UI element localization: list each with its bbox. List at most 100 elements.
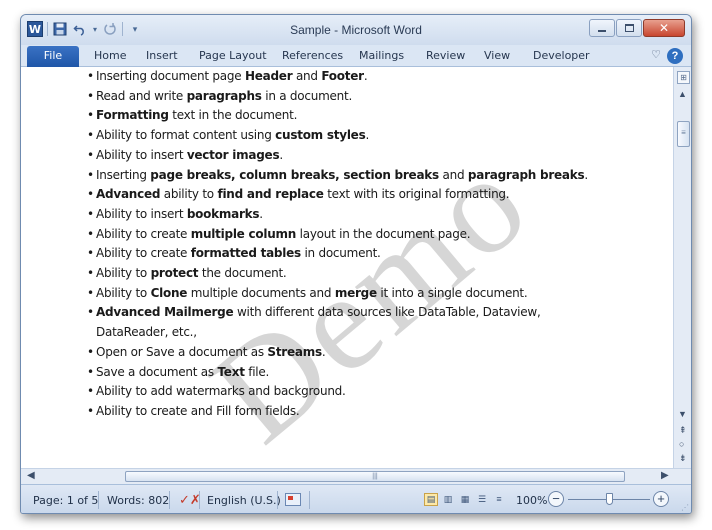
language-indicator[interactable]: English (U.S.)	[207, 494, 281, 507]
text-run: in document.	[300, 246, 381, 261]
status-separator	[309, 491, 310, 509]
page-count[interactable]: Page: 1 of 5	[33, 494, 98, 507]
scroll-down-arrow-icon[interactable]: ▼	[678, 409, 687, 419]
view-ruler-icon[interactable]: ⊞	[677, 71, 690, 84]
scroll-up-arrow-icon[interactable]: ▲	[678, 89, 687, 99]
text-run: .	[584, 167, 588, 182]
vertical-scroll-thumb[interactable]: ≡	[677, 121, 690, 147]
text-run: Ability to insert	[96, 147, 187, 162]
list-item: Ability to insert bookmarks.	[87, 205, 607, 225]
web-layout-view-icon[interactable]: ▦	[458, 493, 472, 506]
outline-view-icon[interactable]: ☰	[475, 493, 489, 506]
bold-run: vector images	[186, 147, 280, 162]
maximize-button[interactable]	[616, 19, 642, 37]
text-run: .	[259, 206, 263, 221]
status-separator	[169, 491, 170, 509]
bold-run: custom styles	[275, 128, 366, 143]
text-run: file.	[244, 364, 270, 379]
bold-run: find and replace	[217, 187, 324, 202]
scroll-right-arrow-icon[interactable]: ▶	[661, 470, 669, 481]
word-window: W ▾ ▾ Sample - Microsoft Word ✕ File Hom…	[20, 14, 692, 514]
bold-run: bookmarks	[186, 206, 260, 221]
text-run: the document.	[198, 266, 287, 281]
resize-grip-icon[interactable]: ⋰	[681, 503, 691, 513]
zoom-out-button[interactable]: −	[548, 491, 564, 507]
bold-run: Header	[244, 69, 293, 83]
text-run: Ability to	[96, 266, 151, 281]
status-separator	[199, 491, 200, 509]
draft-view-icon[interactable]: ≡	[492, 493, 506, 506]
vertical-scrollbar[interactable]: ⊞ ▲ ≡ ▼ ⇞ ○ ⇟	[673, 67, 691, 468]
list-item: Ability to Clone multiple documents and …	[87, 284, 607, 304]
bold-run: Advanced	[96, 187, 161, 202]
horizontal-scrollbar[interactable]: ◀ ||| ▶	[21, 468, 691, 484]
tab-file[interactable]: File	[27, 46, 79, 67]
bold-run: multiple column	[190, 226, 297, 241]
text-run: Ability to format content using	[96, 128, 276, 143]
macro-recording-icon[interactable]	[285, 493, 301, 506]
feature-list: Inserting document page Header and Foote…	[87, 67, 607, 422]
bold-run: page breaks, column breaks, section brea…	[150, 167, 439, 182]
maximize-icon	[624, 24, 634, 32]
minimize-button[interactable]	[589, 19, 615, 37]
bold-run: Footer	[321, 69, 364, 83]
text-run: Ability to	[96, 285, 151, 300]
status-separator	[98, 491, 99, 509]
scroll-left-arrow-icon[interactable]: ◀	[27, 470, 35, 481]
text-run: Ability to insert	[96, 206, 187, 221]
text-run: ability to	[160, 187, 218, 202]
text-run: Ability to add watermarks and background…	[96, 384, 346, 399]
collapse-ribbon-icon[interactable]: ♡	[651, 48, 661, 61]
word-count[interactable]: Words: 802	[107, 494, 169, 507]
text-run: text with its original formatting.	[323, 187, 510, 202]
text-run: and	[292, 69, 322, 83]
zoom-in-button[interactable]: +	[653, 491, 669, 507]
text-run: .	[279, 147, 283, 162]
list-item: Ability to create multiple column layout…	[87, 225, 607, 245]
select-browse-object-icon[interactable]: ○	[679, 439, 684, 449]
full-screen-reading-view-icon[interactable]: ▥	[441, 493, 455, 506]
list-item: Advanced ability to find and replace tex…	[87, 185, 607, 205]
close-icon: ✕	[658, 21, 670, 35]
text-run: Read and write	[96, 88, 187, 103]
status-bar: Page: 1 of 5 Words: 802 ✓✗ English (U.S.…	[21, 484, 691, 513]
bold-run: Formatting	[96, 108, 169, 123]
tab-page-layout[interactable]: Page Layout	[199, 49, 267, 62]
text-run: .	[365, 128, 370, 143]
list-item: Ability to create formatted tables in do…	[87, 244, 607, 264]
next-page-icon[interactable]: ⇟	[679, 453, 687, 464]
tab-mailings[interactable]: Mailings	[359, 49, 404, 62]
bold-run: Streams	[267, 344, 322, 359]
bold-run: Text	[217, 364, 245, 379]
tab-home[interactable]: Home	[94, 49, 126, 62]
text-run: layout in the document page.	[296, 226, 471, 241]
list-item: Ability to create and Fill form fields.	[87, 402, 607, 422]
zoom-slider-thumb[interactable]	[606, 493, 613, 505]
text-run: and	[438, 167, 468, 182]
previous-page-icon[interactable]: ⇞	[679, 425, 687, 436]
bold-run: Advanced Mailmerge	[96, 305, 234, 320]
tab-insert[interactable]: Insert	[146, 49, 178, 62]
window-controls: ✕	[589, 19, 685, 37]
proofing-errors-icon[interactable]: ✓✗	[179, 492, 201, 508]
document-area[interactable]: Demo Inserting document page Header and …	[21, 67, 673, 468]
status-separator	[277, 491, 278, 509]
tab-developer[interactable]: Developer	[533, 49, 590, 62]
close-button[interactable]: ✕	[643, 19, 685, 37]
text-run: it into a single document.	[376, 285, 528, 300]
tab-review[interactable]: Review	[426, 49, 465, 62]
list-item: Formatting text in the document.	[87, 106, 607, 126]
tab-view[interactable]: View	[484, 49, 510, 62]
zoom-level[interactable]: 100%	[516, 494, 547, 507]
text-run: .	[363, 69, 368, 83]
list-item: Ability to protect the document.	[87, 264, 607, 284]
bold-run: formatted tables	[190, 246, 301, 261]
tab-references[interactable]: References	[282, 49, 343, 62]
bold-run: Clone	[150, 285, 188, 300]
help-icon[interactable]: ?	[667, 48, 683, 64]
horizontal-scroll-thumb[interactable]: |||	[125, 471, 625, 482]
text-run: multiple documents and	[187, 285, 335, 300]
text-run: text in the document.	[168, 108, 298, 123]
text-run: Ability to create	[96, 226, 191, 241]
print-layout-view-icon[interactable]: ▤	[424, 493, 438, 506]
